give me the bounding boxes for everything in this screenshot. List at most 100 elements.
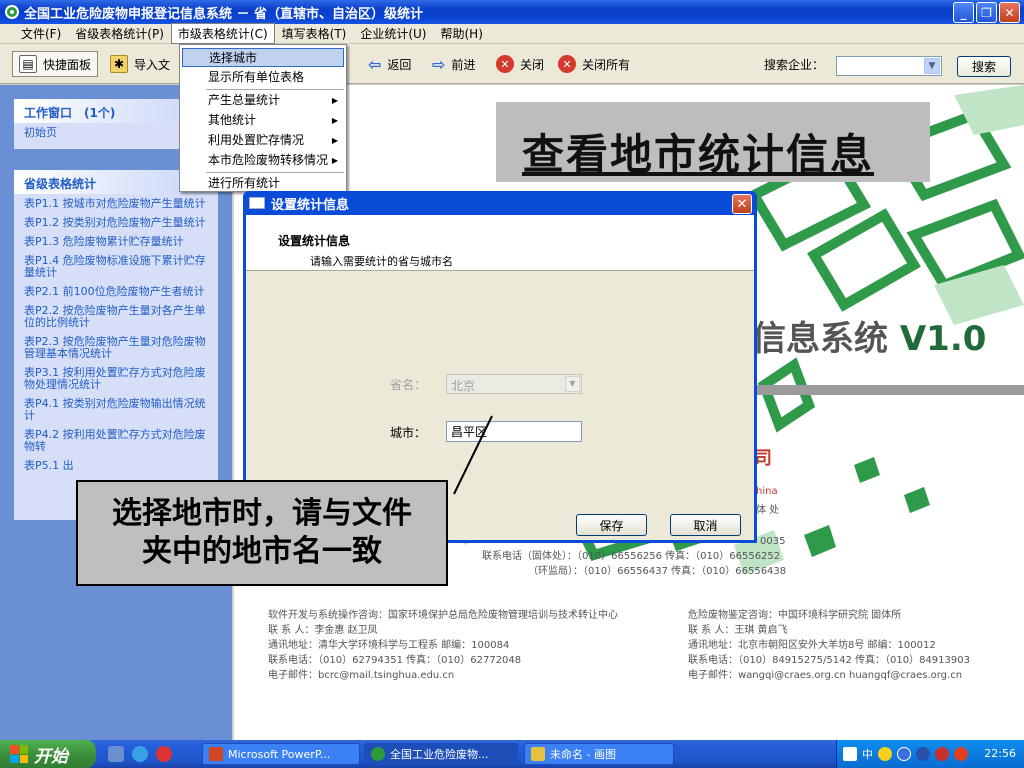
- task-powerpoint[interactable]: Microsoft PowerP...: [202, 743, 360, 765]
- title-bar: 全国工业危险废物申报登记信息系统 － 省（直辖市、自治区）级统计 _ ❐ ✕: [0, 0, 1024, 24]
- instruction-callout: 选择地市时，请与文件 夹中的地市名一致: [76, 480, 448, 586]
- callout-pointer: [453, 415, 493, 495]
- partial-small-text: hina: [756, 486, 778, 497]
- search-label: 搜索企业：: [764, 57, 825, 72]
- antivirus-icon[interactable]: [954, 747, 968, 761]
- menu-enterprise-stats[interactable]: 企业统计(U): [353, 23, 433, 44]
- close-all-icon: ✕: [558, 55, 576, 73]
- sidebar-item-p3-1[interactable]: 表P3.1 按利用处置贮存方式对危险废物处理情况统计: [24, 367, 208, 391]
- start-button[interactable]: 开始: [0, 740, 96, 768]
- menu-item-disposal-stats[interactable]: 利用处置贮存情况 ▶: [182, 131, 344, 150]
- task-hazardous-waste-system[interactable]: 全国工业危险废物...: [364, 743, 518, 765]
- task-paint[interactable]: 未命名 - 画图: [524, 743, 674, 765]
- close-button[interactable]: ✕ 关闭: [496, 51, 544, 77]
- restore-button[interactable]: ❐: [976, 2, 997, 23]
- menu-item-select-city[interactable]: 选择城市: [182, 48, 344, 67]
- menu-item-total-stats[interactable]: 产生总量统计 ▶: [182, 91, 344, 110]
- close-all-button[interactable]: ✕ 关闭所有: [558, 51, 630, 77]
- forward-button[interactable]: ⇨ 前进: [432, 51, 475, 77]
- input-method-icon[interactable]: [843, 747, 857, 761]
- dialog-header: 设置统计信息 请输入需要统计的省与城市名: [246, 215, 754, 271]
- chevron-down-icon[interactable]: ▼: [924, 58, 940, 74]
- minimize-button[interactable]: _: [953, 2, 974, 23]
- menu-separator: [206, 89, 344, 90]
- moon-icon[interactable]: [878, 747, 892, 761]
- contact-left: 软件开发与系统操作咨询：国家环境保护总局危险废物管理培训与技术转让中心 联 系 …: [268, 610, 618, 681]
- arrow-left-icon: ⇦: [368, 54, 382, 74]
- close-window-button[interactable]: ✕: [999, 2, 1020, 23]
- submenu-arrow-icon: ▶: [331, 96, 338, 105]
- search-enterprise-select[interactable]: ▼: [836, 56, 942, 76]
- dialog-close-button[interactable]: ✕: [732, 194, 752, 214]
- app-icon: [371, 747, 385, 761]
- province-label: 省名：: [390, 378, 427, 392]
- menu-item-transfer-stats[interactable]: 本市危险废物转移情况 ▶: [182, 151, 344, 170]
- sidebar-item-p2-3[interactable]: 表P2.3 按危险废物产生量对危险废物管理基本情况统计: [24, 336, 208, 360]
- sidebar-item-p5-1[interactable]: 表P5.1 出: [24, 460, 208, 472]
- app-icon: [5, 5, 19, 19]
- shield-icon[interactable]: [916, 747, 930, 761]
- divider-band: [754, 385, 1024, 395]
- dialog-title-bar: 设置统计信息: [243, 191, 757, 215]
- taskbar: 开始 Microsoft PowerP... 全国工业危险废物... 未命名 -…: [0, 740, 1024, 768]
- province-select: 北京 ▼: [446, 374, 582, 394]
- search-button[interactable]: 搜索: [957, 56, 1011, 77]
- back-button[interactable]: ⇦ 返回: [368, 51, 411, 77]
- browser-icon[interactable]: [156, 746, 172, 762]
- sidebar-item-p1-1[interactable]: 表P1.1 按城市对危险废物产生量统计: [24, 198, 208, 210]
- dialog-title: 设置统计信息: [271, 197, 350, 213]
- menu-item-other-stats[interactable]: 其他统计 ▶: [182, 111, 344, 130]
- province-stats-panel: 省级表格统计 表P1.1 按城市对危险废物产生量统计 表P1.2 按类别对危险废…: [14, 170, 218, 520]
- dialog-subheading: 请输入需要统计的省与城市名: [310, 255, 453, 268]
- sidebar-item-p2-2[interactable]: 表P2.2 按危险废物产生量对各产生单位的比例统计: [24, 305, 208, 329]
- sidebar-item-p2-1[interactable]: 表P2.1 前100位危险废物产生者统计: [24, 286, 208, 298]
- system-tray: 中 22:56: [836, 740, 1024, 768]
- sidebar-item-p4-2[interactable]: 表P4.2 按利用处置贮存方式对危险废物转: [24, 429, 208, 453]
- save-button[interactable]: 保存: [576, 514, 647, 536]
- menu-city-stats[interactable]: 市级表格统计(C): [170, 23, 275, 44]
- system-name: 信息系统 V1.0: [752, 319, 987, 359]
- import-button[interactable]: ✱ 导入文: [110, 51, 170, 77]
- quick-panel-button[interactable]: ▤ 快捷面板: [12, 51, 99, 77]
- ie-icon[interactable]: [132, 746, 148, 762]
- contact-center-2: （环监局）：（010）66556437 传真：（010）66556438: [528, 566, 787, 577]
- menu-file[interactable]: 文件(F): [14, 23, 68, 44]
- sidebar-item-p1-2[interactable]: 表P1.2 按类别对危险废物产生量统计: [24, 217, 208, 229]
- submenu-arrow-icon: ▶: [331, 156, 338, 165]
- sidebar-item-p1-3[interactable]: 表P1.3 危险废物累计贮存量统计: [24, 236, 208, 248]
- submenu-arrow-icon: ▶: [331, 136, 338, 145]
- contact-center-0: 0035: [760, 536, 786, 547]
- menu-separator: [206, 172, 344, 173]
- windows-flag-icon: [10, 745, 28, 763]
- cancel-button[interactable]: 取消: [670, 514, 741, 536]
- ime-indicator[interactable]: 中: [862, 746, 873, 762]
- city-label: 城市：: [390, 426, 427, 440]
- city-stats-dropdown: 选择城市 显示所有单位表格 产生总量统计 ▶ 其他统计 ▶ 利用处置贮存情况 ▶ 本市…: [179, 44, 347, 192]
- contact-right: 危险废物鉴定咨询：中国环境科学研究院 固体所 联 系 人：王琪 黄启飞 通讯地址…: [688, 610, 970, 681]
- partial-text: 体 处: [756, 505, 780, 516]
- close-icon: ✕: [496, 55, 514, 73]
- big-title: 查看地市统计信息: [522, 130, 875, 179]
- dialog-heading: 设置统计信息: [278, 234, 351, 248]
- window-title: 全国工业危险废物申报登记信息系统 － 省（直辖市、自治区）级统计: [24, 6, 424, 22]
- toolbar: ▤ 快捷面板 ✱ 导入文 ⇦ 返回 ⇨ 前进 ✕ 关闭 ✕ 关闭所有 搜索企业：…: [0, 44, 1024, 84]
- contact-center-1: 联系电话（固体处）：（010）66556256 传真：（010）66556252: [482, 551, 781, 562]
- menu-help[interactable]: 帮助(H): [434, 23, 490, 44]
- import-icon: ✱: [110, 55, 128, 73]
- chevron-left-icon[interactable]: [897, 747, 911, 761]
- window-icon: [249, 197, 265, 209]
- sidebar-item-p1-4[interactable]: 表P1.4 危险废物标准设施下累计贮存量统计: [24, 255, 208, 279]
- version-label: V1.0: [899, 319, 987, 359]
- callout-line-1: 选择地市时，请与文件: [112, 496, 412, 531]
- menu-province-stats[interactable]: 省级表格统计(P): [68, 23, 171, 44]
- paint-icon: [531, 747, 545, 761]
- menu-item-show-all-tables[interactable]: 显示所有单位表格: [182, 68, 344, 87]
- security-icon[interactable]: [935, 747, 949, 761]
- show-desktop-icon[interactable]: [108, 746, 124, 762]
- chevron-down-icon: ▼: [565, 376, 580, 392]
- sidebar-item-p4-1[interactable]: 表P4.1 按类别对危险废物输出情况统计: [24, 398, 208, 422]
- panel-icon: ▤: [19, 55, 37, 73]
- powerpoint-icon: [209, 747, 223, 761]
- menu-fill-form[interactable]: 填写表格(T): [275, 23, 354, 44]
- menu-bar: 文件(F) 省级表格统计(P) 市级表格统计(C) 填写表格(T) 企业统计(U…: [0, 23, 1024, 44]
